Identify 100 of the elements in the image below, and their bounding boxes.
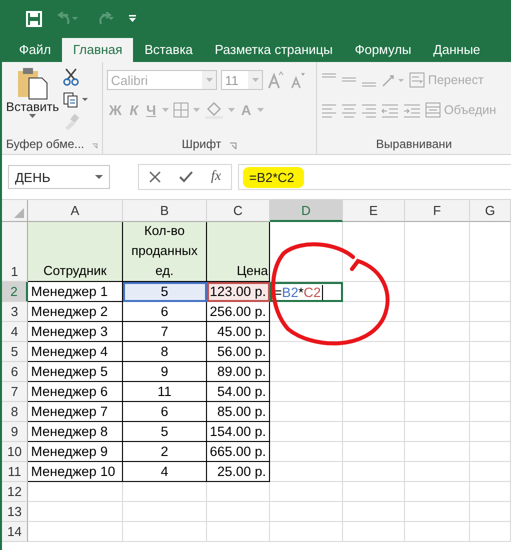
empty-cell[interactable] bbox=[270, 462, 343, 482]
select-all-button[interactable] bbox=[2, 200, 28, 222]
empty-cell[interactable] bbox=[207, 502, 270, 522]
empty-cell[interactable] bbox=[470, 522, 511, 542]
formula-field[interactable]: =B2*C2 bbox=[238, 164, 511, 190]
ribbon-tab[interactable]: Данные bbox=[422, 38, 492, 62]
empty-cell[interactable] bbox=[405, 362, 470, 382]
row-header[interactable]: 9 bbox=[2, 422, 28, 442]
empty-cell[interactable] bbox=[343, 302, 405, 322]
empty-cell[interactable] bbox=[405, 222, 470, 282]
empty-cell[interactable] bbox=[343, 222, 405, 282]
empty-cell[interactable] bbox=[270, 342, 343, 362]
empty-cell[interactable] bbox=[270, 302, 343, 322]
ribbon-tab[interactable]: Формулы bbox=[344, 38, 422, 62]
empty-cell[interactable] bbox=[270, 482, 343, 502]
row-header[interactable]: 3 bbox=[2, 302, 28, 322]
empty-cell[interactable] bbox=[470, 462, 511, 482]
empty-cell[interactable] bbox=[270, 502, 343, 522]
empty-cell[interactable] bbox=[270, 522, 343, 542]
empty-cell[interactable] bbox=[405, 422, 470, 442]
empty-cell[interactable] bbox=[470, 482, 511, 502]
row-header[interactable]: 6 bbox=[2, 362, 28, 382]
table-cell: Менеджер 9 bbox=[28, 442, 123, 462]
empty-cell[interactable] bbox=[270, 382, 343, 402]
row-header[interactable]: 7 bbox=[2, 382, 28, 402]
ribbon-tab[interactable]: Файл bbox=[8, 38, 62, 62]
column-header[interactable]: B bbox=[123, 200, 207, 222]
column-header[interactable]: F bbox=[405, 200, 470, 222]
empty-cell[interactable] bbox=[343, 422, 405, 442]
empty-cell[interactable] bbox=[470, 402, 511, 422]
empty-cell[interactable] bbox=[470, 302, 511, 322]
row-header[interactable]: 12 bbox=[2, 482, 28, 502]
empty-cell[interactable] bbox=[470, 282, 511, 302]
empty-cell[interactable] bbox=[470, 322, 511, 342]
save-icon[interactable] bbox=[26, 11, 42, 27]
empty-cell[interactable] bbox=[470, 502, 511, 522]
empty-cell[interactable] bbox=[123, 482, 207, 502]
ribbon-tab[interactable]: Главная bbox=[62, 38, 134, 62]
ribbon-tab[interactable]: Разметка страницы bbox=[204, 38, 344, 62]
empty-cell[interactable] bbox=[207, 482, 270, 502]
empty-cell[interactable] bbox=[270, 362, 343, 382]
row-header[interactable]: 8 bbox=[2, 402, 28, 422]
empty-cell[interactable] bbox=[343, 442, 405, 462]
empty-cell[interactable] bbox=[270, 442, 343, 462]
name-box[interactable]: ДЕНЬ bbox=[8, 165, 110, 189]
empty-cell[interactable] bbox=[343, 522, 405, 542]
empty-cell[interactable] bbox=[343, 282, 405, 302]
empty-cell[interactable] bbox=[405, 282, 470, 302]
row-header[interactable]: 4 bbox=[2, 322, 28, 342]
table-cell: 85.00 р. bbox=[207, 402, 270, 422]
table-cell: 89.00 р. bbox=[207, 362, 270, 382]
empty-cell[interactable] bbox=[123, 522, 207, 542]
empty-cell[interactable] bbox=[470, 362, 511, 382]
empty-cell[interactable] bbox=[270, 402, 343, 422]
row-header[interactable]: 1 bbox=[2, 222, 28, 282]
insert-function-button[interactable]: fx bbox=[211, 169, 222, 185]
table-cell: 11 bbox=[123, 382, 207, 402]
empty-cell[interactable] bbox=[270, 322, 343, 342]
column-header[interactable]: D bbox=[270, 200, 343, 222]
empty-cell[interactable] bbox=[207, 522, 270, 542]
row-header[interactable]: 5 bbox=[2, 342, 28, 362]
empty-cell[interactable] bbox=[343, 462, 405, 482]
column-header[interactable]: E bbox=[343, 200, 405, 222]
empty-cell[interactable] bbox=[343, 402, 405, 422]
empty-cell[interactable] bbox=[405, 322, 470, 342]
row-header[interactable]: 14 bbox=[2, 522, 28, 542]
empty-cell[interactable] bbox=[470, 382, 511, 402]
empty-cell[interactable] bbox=[470, 442, 511, 462]
empty-cell[interactable] bbox=[405, 342, 470, 362]
empty-cell[interactable] bbox=[405, 402, 470, 422]
empty-cell[interactable] bbox=[270, 422, 343, 442]
empty-cell[interactable] bbox=[343, 502, 405, 522]
empty-cell[interactable] bbox=[405, 382, 470, 402]
cancel-icon[interactable] bbox=[149, 171, 161, 183]
column-header[interactable]: C bbox=[207, 200, 270, 222]
row-header[interactable]: 10 bbox=[2, 442, 28, 462]
customize-icon[interactable] bbox=[128, 15, 137, 23]
empty-cell[interactable] bbox=[343, 382, 405, 402]
caret-icon bbox=[252, 78, 258, 82]
empty-cell[interactable] bbox=[343, 342, 405, 362]
undo-icon[interactable] bbox=[56, 12, 78, 26]
empty-cell[interactable] bbox=[470, 342, 511, 362]
empty-cell[interactable] bbox=[343, 482, 405, 502]
row-header[interactable]: 11 bbox=[2, 462, 28, 482]
empty-cell[interactable] bbox=[405, 522, 470, 542]
empty-cell[interactable] bbox=[405, 462, 470, 482]
ribbon-tab[interactable]: Вставка bbox=[133, 38, 204, 62]
empty-cell[interactable] bbox=[405, 302, 470, 322]
table-cell: 5 bbox=[123, 282, 207, 302]
empty-cell[interactable] bbox=[405, 442, 470, 462]
column-header[interactable]: A bbox=[28, 200, 123, 222]
row-header[interactable]: 13 bbox=[2, 502, 28, 522]
empty-cell[interactable] bbox=[470, 422, 511, 442]
enter-check-icon[interactable] bbox=[179, 171, 193, 183]
empty-cell[interactable] bbox=[405, 482, 470, 502]
empty-cell[interactable] bbox=[123, 502, 207, 522]
column-header[interactable]: G bbox=[470, 200, 511, 222]
empty-cell[interactable] bbox=[405, 502, 470, 522]
empty-cell[interactable] bbox=[343, 362, 405, 382]
row-header[interactable]: 2 bbox=[2, 282, 28, 302]
